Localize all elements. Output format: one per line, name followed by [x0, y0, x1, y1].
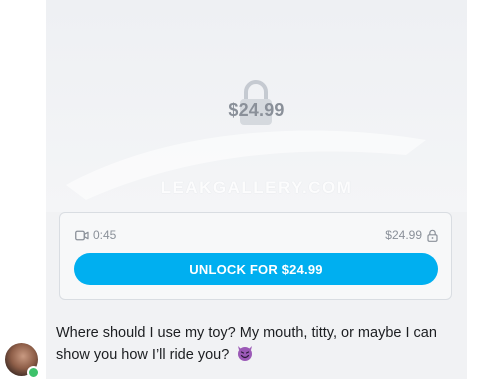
duration-label: 0:45: [93, 228, 117, 242]
locked-media-price: $24.99: [228, 100, 285, 120]
smiling-face-with-horns-icon: [238, 346, 253, 361]
video-duration: 0:45: [75, 227, 116, 243]
card-price-label: $24.99: [385, 228, 422, 242]
card-price: $24.99: [385, 227, 438, 243]
online-status-indicator: [27, 366, 40, 379]
message-text: Where should I use my toy? My mouth, tit…: [56, 322, 456, 366]
video-icon: [75, 230, 89, 240]
unlock-button[interactable]: UNLOCK FOR $24.99: [74, 253, 438, 285]
lock-icon: [427, 229, 438, 242]
watermark-text: LEAKGALLERY.COM: [160, 178, 353, 197]
